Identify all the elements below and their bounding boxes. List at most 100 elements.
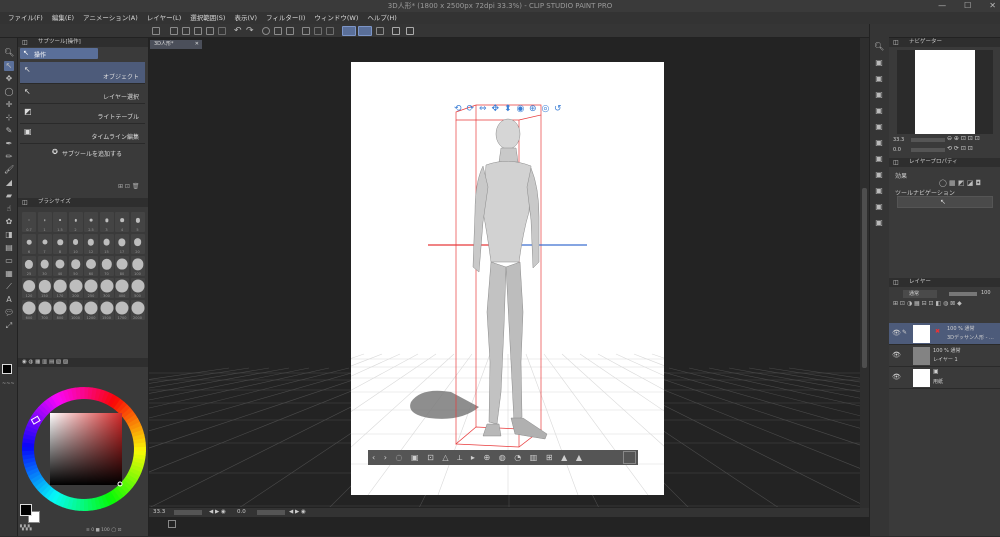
navigator-angle[interactable]: 0.0 <box>893 147 901 153</box>
gradient-tool-icon[interactable]: ▤ <box>4 243 14 253</box>
scale-icon[interactable]: ◎ <box>542 104 550 114</box>
layer-toolbar-icons[interactable]: ⊞ ⊡ ◑ ▦ ⊟ ⊡ ◧ ◍ ⊠ ◆ <box>893 300 962 307</box>
lasso-tool-icon[interactable]: ◯ <box>4 87 14 97</box>
save-icon[interactable] <box>194 27 202 35</box>
layer-row-3d[interactable]: 👁︎ ✎ ✖ 100 % 通常 3Dデッサン人形 - ... <box>889 323 1000 345</box>
menu-view[interactable]: 表示(V) <box>234 12 257 24</box>
brush-size-cell[interactable]: 17 <box>115 234 129 254</box>
menu-animation[interactable]: アニメーション(A) <box>83 12 138 24</box>
menu-edit[interactable]: 編集(E) <box>52 12 74 24</box>
color-wheel-tab-icon[interactable]: ◉ ◍ ▦ ▥ ▤ ▧ ▨ <box>22 359 68 365</box>
brush-size-cell[interactable]: 150 <box>37 278 52 298</box>
transparent-color-chip[interactable]: ▚▚▚ <box>20 526 40 531</box>
brush-size-cell[interactable]: 700 <box>37 300 52 320</box>
brush-size-cell[interactable]: 15 <box>99 234 114 254</box>
angle-readout[interactable]: 0.0 <box>237 509 246 515</box>
auto-select-tool-icon[interactable]: ⊹ <box>4 113 14 123</box>
grid-icon[interactable] <box>392 27 400 35</box>
tab-close-icon[interactable]: ✕ <box>195 40 199 49</box>
3d-scene[interactable]: ⟲ ⟳ ⇔ ✥ ⬍ ◉ ⊕ ◎ ↺ <box>351 62 664 495</box>
pan-camera-icon[interactable]: ⟳ <box>467 104 475 114</box>
navigator-angle-slider[interactable] <box>911 148 945 152</box>
brush-size-cell[interactable]: 4 <box>115 212 129 232</box>
menu-file[interactable]: ファイル(F) <box>8 12 43 24</box>
brush-size-cell[interactable]: 30 <box>37 256 52 276</box>
layer-row-raster[interactable]: 👁︎ 100 % 通常 レイヤー 1 <box>889 345 1000 367</box>
operation-tool-icon[interactable]: ↖ <box>4 61 14 71</box>
selection-tool-icon[interactable]: ✛ <box>4 100 14 110</box>
menu-filter[interactable]: フィルター(I) <box>266 12 305 24</box>
paper-canvas[interactable]: ⟲ ⟳ ⇔ ✥ ⬍ ◉ ⊕ ◎ ↺ ‹ › ◌ ▣ ⊡ △ ⟂ ▸ ⊕ ◍ ◔ ▥ ⊞ ▲ ▲ <box>351 62 664 495</box>
export-icon[interactable] <box>206 27 214 35</box>
menu-selection[interactable]: 選択範囲(S) <box>190 12 225 24</box>
brush-tool-icon[interactable]: 🖌︎ <box>4 165 14 175</box>
rotate-camera-icon[interactable]: ⟲ <box>454 104 462 114</box>
sub-tool-object[interactable]: ↖ オブジェクト <box>20 62 145 84</box>
brush-size-cell[interactable]: 200 <box>68 278 83 298</box>
launcher-settings-icon[interactable] <box>623 451 636 464</box>
ruler-tool-icon[interactable]: ⟋ <box>4 282 14 292</box>
clip-studio-icon[interactable] <box>406 27 414 35</box>
special-ruler-snap-icon[interactable] <box>376 27 384 35</box>
material-11-icon[interactable]: ▣ <box>874 218 884 228</box>
zoom-controls-icon[interactable]: ◀ ▶ ◉ <box>209 509 226 515</box>
brush-size-cell[interactable]: 400 <box>115 278 129 298</box>
zoom-slider[interactable] <box>174 510 202 515</box>
open-icon[interactable] <box>182 27 190 35</box>
menu-layer[interactable]: レイヤー(L) <box>147 12 182 24</box>
sub-tool-layer-select[interactable]: ↖ レイヤー選択 <box>20 84 145 104</box>
loading-icon[interactable] <box>262 27 270 35</box>
brush-size-cell[interactable]: 60 <box>84 256 98 276</box>
navigator-zoom-controls-icon[interactable]: ⊖ ⊕ ⊡ ⊡ ⊡ <box>947 135 980 142</box>
brush-size-cell[interactable]: 6 <box>22 234 36 254</box>
airbrush-tool-icon[interactable]: ◢ <box>4 178 14 188</box>
layer-row-paper[interactable]: 👁︎ ▣ 用紙 <box>889 367 1000 389</box>
material-9-icon[interactable]: ▣ <box>874 186 884 196</box>
brush-size-cell[interactable]: 1500 <box>99 300 114 320</box>
sub-tool-light-table[interactable]: ◩ ライトテーブル <box>20 104 145 124</box>
deselect-icon[interactable] <box>314 27 322 35</box>
fill-tool-icon[interactable]: ◨ <box>4 230 14 240</box>
effect-icons[interactable]: ◯ ▦ ◩ ◪ ◘ <box>939 179 981 187</box>
brush-size-cell[interactable]: 600 <box>22 300 36 320</box>
tool-navigation-button[interactable]: ↖ <box>897 196 993 208</box>
material-7-icon[interactable]: ▣ <box>874 154 884 164</box>
eyedropper-tool-icon[interactable]: ✎ <box>4 126 14 136</box>
brush-size-cell[interactable]: 10 <box>68 234 83 254</box>
brush-size-cell[interactable]: 40 <box>53 256 67 276</box>
main-color-chip[interactable] <box>20 504 32 516</box>
sub-tool-footer-icons[interactable]: ⊞ ⊡ 🗑︎ <box>118 183 140 190</box>
maximize-icon[interactable]: ☐ <box>964 0 971 12</box>
brush-size-cell[interactable]: 250 <box>84 278 98 298</box>
brush-size-cell[interactable]: 500 <box>130 278 145 298</box>
main-color-swatch[interactable] <box>2 364 12 374</box>
brush-size-cell[interactable]: 8 <box>53 234 67 254</box>
vertical-scrollbar[interactable] <box>860 38 869 508</box>
move-layer-tool-icon[interactable]: ✥ <box>4 74 14 84</box>
transparent-color-icon[interactable]: ~~~ <box>2 382 16 387</box>
menu-help[interactable]: ヘルプ(H) <box>367 12 396 24</box>
navigator-preview[interactable] <box>897 50 993 134</box>
brush-size-cell[interactable]: 2.5 <box>84 212 98 232</box>
navigator-zoom-slider[interactable] <box>911 138 945 142</box>
brush-size-cell[interactable]: 3 <box>99 212 114 232</box>
visibility-icon[interactable]: 👁︎ <box>892 373 901 381</box>
move-camera-icon[interactable]: ⇔ <box>479 104 487 114</box>
reset-icon[interactable]: ↺ <box>554 104 562 114</box>
home-icon[interactable] <box>152 27 160 35</box>
visibility-icon[interactable]: 👁︎ <box>892 329 901 337</box>
redo-icon[interactable]: ↷ <box>246 27 254 36</box>
navigator-toggle-icon[interactable] <box>168 520 176 528</box>
pen-tool-icon[interactable]: ✒ <box>4 139 14 149</box>
brush-size-cell[interactable]: 20 <box>130 234 145 254</box>
blend-mode-select[interactable]: 通常 <box>903 290 937 298</box>
brush-size-cell[interactable]: 25 <box>22 256 36 276</box>
brush-size-cell[interactable]: 70 <box>99 256 114 276</box>
material-2-icon[interactable]: ▣ <box>874 74 884 84</box>
clear-icon[interactable] <box>274 27 282 35</box>
brush-size-cell[interactable]: 100 <box>130 256 145 276</box>
brush-size-cell[interactable]: 0.7 <box>22 212 36 232</box>
decoration-tool-icon[interactable]: ✿ <box>4 217 14 227</box>
sub-tool-timeline[interactable]: ▣ タイムライン編集 <box>20 124 145 144</box>
blend-tool-icon[interactable]: ☝ <box>4 204 14 214</box>
